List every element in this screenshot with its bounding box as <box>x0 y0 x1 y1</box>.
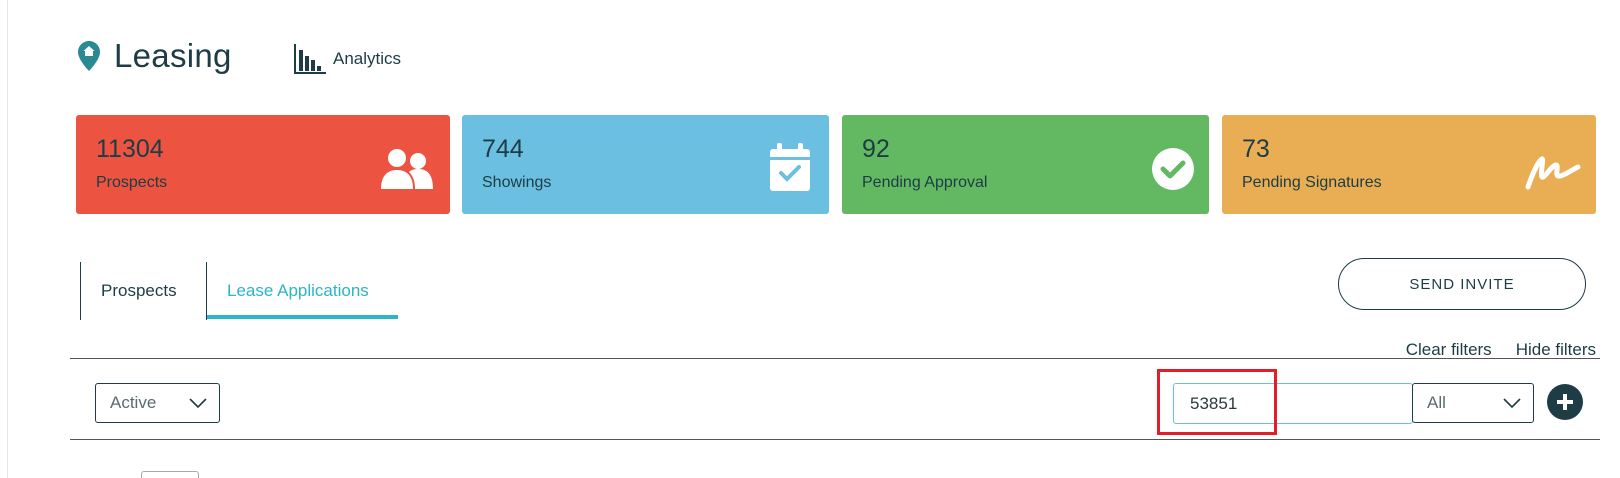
filter-divider-top <box>70 358 1600 359</box>
bar-chart-icon <box>294 44 326 74</box>
card-value: 744 <box>482 135 524 163</box>
calendar-check-icon <box>770 143 810 191</box>
users-icon <box>381 149 433 189</box>
card-value: 11304 <box>96 135 164 163</box>
prospects-card[interactable]: 11304 Prospects <box>76 115 450 214</box>
active-tab-indicator <box>207 315 398 319</box>
card-label: Pending Signatures <box>1242 174 1382 191</box>
analytics-link[interactable]: Analytics <box>293 42 401 76</box>
pending-approval-card[interactable]: 92 Pending Approval <box>842 115 1209 214</box>
showings-card[interactable]: 744 Showings <box>462 115 829 214</box>
card-label: Showings <box>482 174 552 191</box>
search-input[interactable] <box>1173 383 1413 424</box>
pending-signatures-card[interactable]: 73 Pending Signatures <box>1222 115 1596 214</box>
location-pin-icon <box>78 41 100 71</box>
card-value: 73 <box>1242 135 1270 163</box>
filter-divider-bottom <box>70 439 1600 440</box>
left-divider <box>7 0 8 478</box>
chevron-down-icon <box>189 398 207 409</box>
page-header: Leasing <box>78 30 232 82</box>
status-select-value: Active <box>110 393 157 412</box>
check-circle-icon <box>1152 148 1194 190</box>
add-filter-button[interactable] <box>1547 384 1583 420</box>
chevron-down-icon <box>1503 398 1521 409</box>
filter-links: Clear filters Hide filters <box>1406 340 1596 360</box>
send-invite-button[interactable]: SEND INVITE <box>1338 258 1586 310</box>
tab-lease-applications[interactable]: Lease Applications <box>206 262 398 320</box>
analytics-label: Analytics <box>333 49 402 68</box>
plus-icon <box>1557 394 1573 410</box>
clear-filters-link[interactable]: Clear filters <box>1406 340 1492 360</box>
hide-filters-link[interactable]: Hide filters <box>1516 340 1596 360</box>
card-label: Prospects <box>96 174 168 191</box>
card-value: 92 <box>862 135 890 163</box>
page-title: Leasing <box>114 37 232 74</box>
card-label: Pending Approval <box>862 174 988 191</box>
page-size-select[interactable] <box>141 471 199 478</box>
status-select[interactable]: Active <box>95 383 220 423</box>
type-select-value: All <box>1427 393 1446 412</box>
type-select[interactable]: All <box>1412 383 1534 423</box>
signature-icon <box>1525 156 1581 190</box>
tab-prospects[interactable]: Prospects <box>80 262 206 320</box>
